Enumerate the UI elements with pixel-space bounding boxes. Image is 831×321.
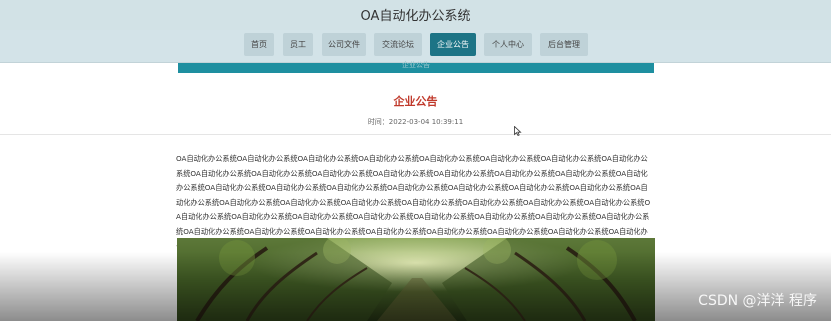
nav-item-admin[interactable]: 后台管理 (540, 33, 588, 56)
notice-time: 时间：2022-03-04 10:39:11 (367, 118, 464, 126)
page-banner-text: 企业公告 (402, 61, 430, 69)
page-banner: 企业公告 (178, 61, 654, 73)
forest-path-image (177, 238, 655, 321)
site-header: OA自动化办公系统 (0, 0, 831, 30)
notice-title: 企业公告 (393, 95, 438, 108)
watermark: CSDN @洋洋 程序 (698, 293, 817, 309)
main-nav: 首页 员工 公司文件 交流论坛 企业公告 个人中心 后台管理 (0, 30, 831, 63)
nav-item-home[interactable]: 首页 (244, 33, 274, 56)
notice-image (177, 238, 655, 321)
mouse-cursor-icon (514, 126, 522, 136)
nav-item-forum[interactable]: 交流论坛 (374, 33, 422, 56)
site-title: OA自动化办公系统 (360, 9, 471, 24)
nav-item-announcements[interactable]: 企业公告 (430, 33, 476, 56)
nav-item-staff[interactable]: 员工 (283, 33, 313, 56)
nav-item-company-files[interactable]: 公司文件 (322, 33, 366, 56)
divider (0, 134, 831, 135)
nav-item-personal-center[interactable]: 个人中心 (484, 33, 532, 56)
